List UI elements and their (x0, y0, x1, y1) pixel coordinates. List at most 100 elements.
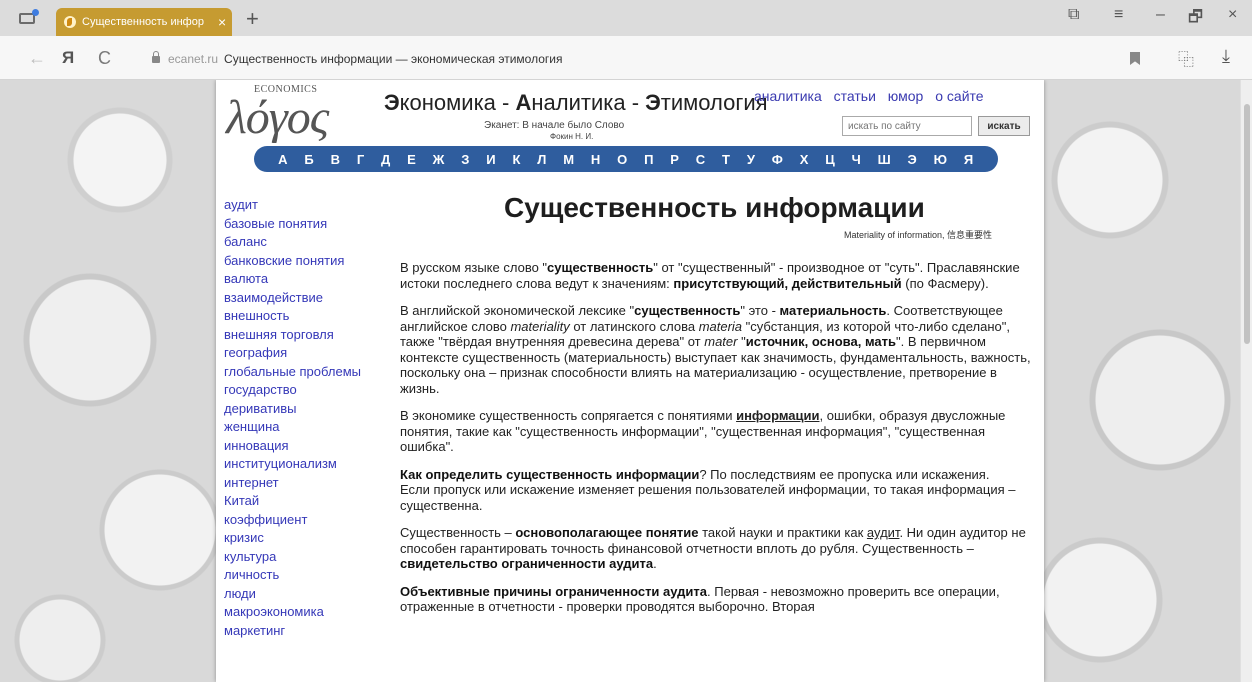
alphabet-letter[interactable]: Р (670, 152, 679, 167)
sidebar-topic-link[interactable]: культура (224, 548, 392, 567)
bookmark-icon[interactable] (1130, 52, 1140, 65)
alphabet-letter[interactable]: Ч (852, 152, 862, 167)
alphabet-letter[interactable]: И (486, 152, 496, 167)
paragraph-5: Существенность – основополагающее поняти… (400, 525, 1026, 571)
alphabet-letter[interactable]: У (747, 152, 756, 167)
lock-icon[interactable] (152, 51, 160, 63)
site-search-input[interactable] (842, 116, 972, 136)
alphabet-letter[interactable]: Е (407, 152, 416, 167)
sidebar-topic-link[interactable]: инновация (224, 437, 392, 456)
menu-icon[interactable]: ≡ (1114, 6, 1123, 24)
alphabet-letter[interactable]: Ш (878, 152, 892, 167)
sidebar-topic-link[interactable]: личность (224, 566, 392, 585)
alphabet-letter[interactable]: З (461, 152, 470, 167)
sidebar-topic-link[interactable]: банковские понятия (224, 252, 392, 271)
sidebar-topic-link[interactable]: маркетинг (224, 622, 392, 641)
sidebar-topic-link[interactable]: кризис (224, 529, 392, 548)
back-button[interactable]: ← (28, 48, 46, 69)
sidebar-topic-link[interactable]: внешность (224, 307, 392, 326)
alphabet-letter[interactable]: Д (381, 152, 391, 167)
sidebar-icon (19, 8, 39, 24)
browser-tab[interactable]: Существенность инфор × (56, 8, 232, 36)
sidebar-topic-link[interactable]: валюта (224, 270, 392, 289)
favicon-icon (64, 16, 76, 28)
nav-link-analytics[interactable]: аналитика (754, 88, 822, 104)
scroll-thumb[interactable] (1244, 104, 1250, 344)
alphabet-letter[interactable]: Ц (825, 152, 835, 167)
paragraph-2: В английской экономической лексике "суще… (400, 303, 1031, 396)
page-viewport: ECONOMICS λόγος Экономика - Аналитика - … (0, 80, 1252, 682)
reload-button[interactable]: C (98, 48, 111, 69)
sidebar-topic-link[interactable]: женщина (224, 418, 392, 437)
sidebar-topic-link[interactable]: базовые понятия (224, 215, 392, 234)
address-bar: ← Я C ecanet.ru Существенность информации… (0, 36, 1252, 80)
alphabet-letter[interactable]: Х (800, 152, 809, 167)
sidebar-topics: аудит базовые понятия баланс банковские пон… (224, 196, 392, 640)
tab-close-button[interactable]: × (218, 14, 226, 30)
sidebar-topic-link[interactable]: география (224, 344, 392, 363)
site-search-button[interactable]: искать (978, 116, 1030, 136)
sidebar-topic-link[interactable]: деривативы (224, 400, 392, 419)
alphabet-letter[interactable]: Н (591, 152, 601, 167)
translate-icon[interactable]: ⿻ (1178, 46, 1194, 70)
sidebar-topic-link[interactable]: глобальные проблемы (224, 363, 392, 382)
alphabet-letter[interactable]: Г (357, 152, 365, 167)
alphabet-letter[interactable]: Ю (934, 152, 948, 167)
alphabet-letter[interactable]: С (696, 152, 706, 167)
sidebar-topic-link[interactable]: государство (224, 381, 392, 400)
close-window-button[interactable]: × (1228, 6, 1237, 24)
alphabet-letter[interactable]: Ж (433, 152, 445, 167)
sidebar-topic-link[interactable]: внешняя торговля (224, 326, 392, 345)
sidebar-topic-link[interactable]: интернет (224, 474, 392, 493)
alphabet-nav: А Б В Г Д Е Ж З И К Л М Н О П Р С Т У Ф Х Ц Ч ШЭ Ю Я (254, 146, 998, 172)
sidebar-topic-link[interactable]: макроэкономика (224, 603, 392, 622)
page-content: ECONOMICS λόγος Экономика - Аналитика - … (216, 80, 1044, 682)
alphabet-letter[interactable]: К (512, 152, 520, 167)
download-icon[interactable]: ⤓ (1222, 46, 1230, 67)
alphabet-letter[interactable]: О (617, 152, 628, 167)
alphabet-letter[interactable]: Я (964, 152, 974, 167)
url-page-title: Существенность информации — экономическа… (224, 52, 563, 66)
yandex-button[interactable]: Я (62, 48, 74, 68)
page-scrollbar[interactable] (1240, 80, 1252, 682)
new-tab-button[interactable]: + (246, 6, 259, 32)
paragraph-1: В русском языке слово "существенность" о… (400, 260, 1020, 291)
tabs-overview-icon[interactable]: ⧉ (1068, 6, 1079, 24)
nav-link-about[interactable]: о сайте (935, 88, 983, 104)
alphabet-letter[interactable]: Ф (772, 152, 784, 167)
alphabet-letter[interactable]: Э (907, 152, 917, 167)
minimize-button[interactable]: – (1156, 6, 1165, 24)
url-host: ecanet.ru (168, 52, 219, 66)
paragraph-3: В экономике существенность сопрягается с… (400, 408, 1006, 454)
alphabet-letter[interactable]: П (644, 152, 654, 167)
alphabet-letter[interactable]: В (331, 152, 341, 167)
site-title: Экономика - Аналитика - Этимология (384, 90, 768, 115)
alphabet-letter[interactable]: А (278, 152, 288, 167)
alphabet-letter[interactable]: Б (304, 152, 314, 167)
article-subtitle: Materiality of information, 信息重要性 (844, 230, 993, 240)
alphabet-letter[interactable]: Л (537, 152, 547, 167)
sidebar-topic-link[interactable]: коэффициент (224, 511, 392, 530)
site-slogan: Эканет: В начале было Слово (484, 120, 625, 131)
paragraph-6: Объективные причины ограниченности аудит… (400, 583, 1000, 615)
link-information[interactable]: информации (736, 408, 819, 423)
article-body: В русском языке слово "существенность" о… (400, 260, 1036, 627)
alphabet-letter[interactable]: Т (722, 152, 730, 167)
url-field[interactable]: ecanet.ru Существенность информации — эко… (168, 52, 562, 66)
sidebar-topic-link[interactable]: Китай (224, 492, 392, 511)
top-nav: аналитика статьи юмор о сайте (754, 88, 992, 104)
sidebar-topic-link[interactable]: взаимодействие (224, 289, 392, 308)
sidebar-topic-link[interactable]: институционализм (224, 455, 392, 474)
nav-link-humor[interactable]: юмор (888, 88, 924, 104)
site-author: Фокин Н. И. (550, 132, 594, 141)
paragraph-4: Как определить существенность информации… (400, 466, 1016, 513)
sidebar-topic-link[interactable]: люди (224, 585, 392, 604)
restore-button[interactable]: 🗗 (1188, 6, 1203, 33)
alphabet-letter[interactable]: М (563, 152, 574, 167)
nav-link-articles[interactable]: статьи (834, 88, 876, 104)
link-audit[interactable]: аудит (867, 525, 900, 540)
sidebar-topic-link[interactable]: баланс (224, 233, 392, 252)
site-logo[interactable]: λόγος (226, 90, 329, 145)
sidebar-toggle-button[interactable] (4, 4, 50, 32)
sidebar-topic-link[interactable]: аудит (224, 196, 392, 215)
